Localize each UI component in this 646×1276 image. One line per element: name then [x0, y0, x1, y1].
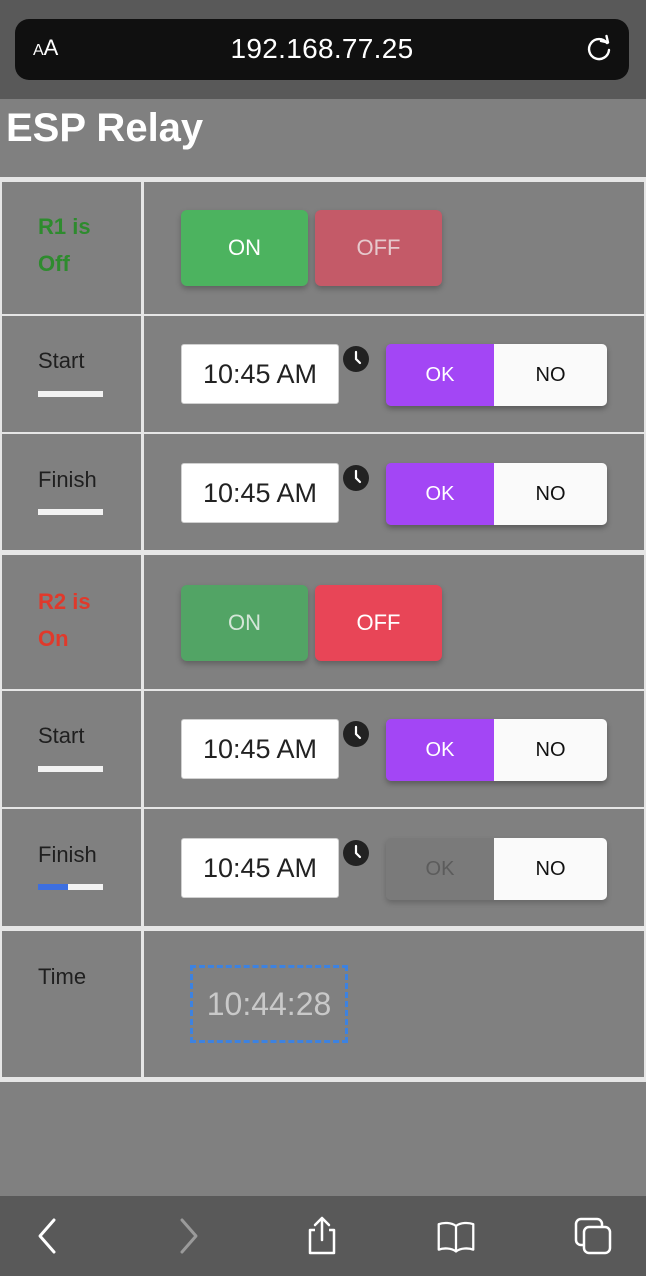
browser-bottom-toolbar — [0, 1196, 646, 1276]
relay1-status: R1 is Off — [38, 208, 128, 282]
relay1-finish-no-button[interactable]: NO — [494, 463, 607, 525]
relay2-start-no-button[interactable]: NO — [494, 719, 607, 781]
relay1-start-toggle[interactable]: OK NO — [386, 344, 607, 406]
relay2-off-button[interactable]: OFF — [315, 585, 442, 661]
relay1-finish-ok-button[interactable]: OK — [386, 463, 494, 525]
relay2-start-toggle[interactable]: OK NO — [386, 719, 607, 781]
relay1-finish-time-input[interactable]: 10:45 AM — [181, 463, 339, 523]
column-divider — [141, 182, 144, 1077]
url-text[interactable]: 192.168.77.25 — [15, 33, 629, 65]
relay1-status-line2: Off — [38, 251, 70, 276]
row-divider — [0, 807, 646, 809]
clock-icon[interactable] — [342, 345, 370, 373]
relay1-start-progress — [38, 391, 103, 397]
relay1-on-button[interactable]: ON — [181, 210, 308, 286]
forward-icon[interactable] — [168, 1216, 208, 1256]
bookmarks-icon[interactable] — [436, 1216, 476, 1256]
section-divider — [0, 550, 646, 555]
section-divider — [0, 926, 646, 931]
relay1-finish-label: Finish — [38, 467, 97, 492]
relay1-finish-toggle[interactable]: OK NO — [386, 463, 607, 525]
relay2-start-time-input[interactable]: 10:45 AM — [181, 719, 339, 779]
relay2-start-ok-button[interactable]: OK — [386, 719, 494, 781]
relay2-finish-no-button[interactable]: NO — [494, 838, 607, 900]
relay2-status-line2: On — [38, 626, 69, 651]
row-divider — [0, 689, 646, 691]
clock-icon[interactable] — [342, 464, 370, 492]
table-border-left — [0, 182, 2, 1077]
share-icon[interactable] — [302, 1216, 342, 1256]
clock-icon[interactable] — [342, 839, 370, 867]
relay1-status-line1: R1 is — [38, 214, 91, 239]
relay1-off-button[interactable]: OFF — [315, 210, 442, 286]
back-icon[interactable] — [28, 1216, 68, 1256]
current-time-display: 10:44:28 — [190, 965, 348, 1043]
relay2-on-button[interactable]: ON — [181, 585, 308, 661]
address-bar[interactable]: AA 192.168.77.25 — [15, 19, 629, 80]
relay2-start-label: Start — [38, 723, 85, 748]
relay2-status-line1: R2 is — [38, 589, 91, 614]
relay2-start-progress — [38, 766, 103, 772]
reload-icon[interactable] — [584, 34, 614, 64]
page-title: ESP Relay — [6, 106, 204, 150]
relay1-start-no-button[interactable]: NO — [494, 344, 607, 406]
relay2-finish-ok-button[interactable]: OK — [386, 838, 494, 900]
table-border-bottom — [0, 1077, 646, 1082]
table-border-top — [0, 177, 646, 182]
relay2-finish-progress — [38, 884, 103, 890]
row-divider — [0, 432, 646, 434]
clock-icon[interactable] — [342, 720, 370, 748]
relay2-finish-progress-fill — [38, 884, 68, 890]
relay2-finish-toggle[interactable]: OK NO — [386, 838, 607, 900]
relay1-start-ok-button[interactable]: OK — [386, 344, 494, 406]
time-label: Time — [38, 964, 87, 989]
relay1-start-time-input[interactable]: 10:45 AM — [181, 344, 339, 404]
relay1-finish-progress — [38, 509, 103, 515]
relay2-finish-time-input[interactable]: 10:45 AM — [181, 838, 339, 898]
row-divider — [0, 314, 646, 316]
browser-top-bar: AA 192.168.77.25 — [0, 0, 646, 99]
relay2-status: R2 is On — [38, 583, 128, 657]
tabs-icon[interactable] — [573, 1216, 613, 1256]
relay1-start-label: Start — [38, 348, 85, 373]
relay2-finish-label: Finish — [38, 842, 97, 867]
